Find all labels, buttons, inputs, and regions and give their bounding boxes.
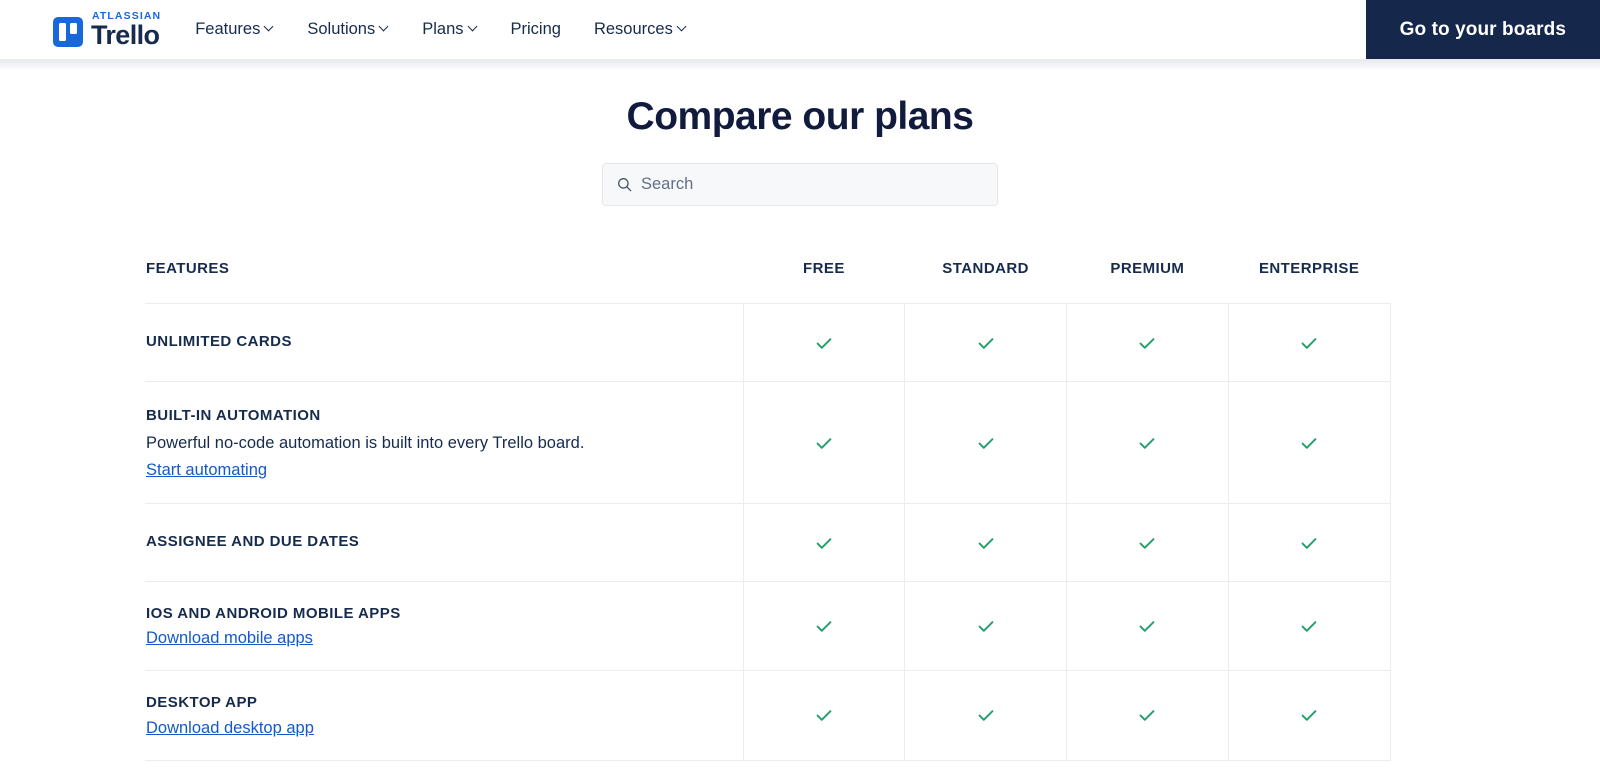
plan-cell-premium <box>1066 381 1229 504</box>
check-icon <box>1301 437 1317 449</box>
check-icon <box>816 437 832 449</box>
check-icon <box>1139 437 1155 449</box>
feature-name: ASSIGNEE AND DUE DATES <box>146 533 360 551</box>
plan-cell-standard <box>904 670 1067 761</box>
table-header: FEATURES FREE STANDARD PREMIUM ENTERPRIS… <box>145 260 1390 304</box>
nav-item-features[interactable]: Features <box>195 20 274 39</box>
feature-name: DESKTOP APP <box>146 694 258 712</box>
feature-name: UNLIMITED CARDS <box>146 333 292 351</box>
plan-comparison-table: FEATURES FREE STANDARD PREMIUM ENTERPRIS… <box>145 260 1391 761</box>
plan-cell-standard <box>904 581 1067 672</box>
feature-cell: BUILT-IN AUTOMATION Powerful no-code aut… <box>145 381 743 504</box>
plan-comparison-table-wrapper: FEATURES FREE STANDARD PREMIUM ENTERPRIS… <box>145 260 1391 761</box>
trello-wordmark: Trello <box>91 20 160 51</box>
plan-cell-premium <box>1066 303 1229 382</box>
check-icon <box>1139 621 1155 632</box>
table-row: IOS AND ANDROID MOBILE APPS Download mob… <box>145 581 1391 672</box>
table-row: BUILT-IN AUTOMATION Powerful no-code aut… <box>145 381 1391 504</box>
nav-item-plans-label: Plans <box>422 20 464 38</box>
check-icon <box>816 337 832 349</box>
check-icon <box>978 710 994 722</box>
column-header-enterprise: ENTERPRISE <box>1228 260 1390 304</box>
search-box[interactable] <box>602 163 998 206</box>
feature-link[interactable]: Download mobile apps <box>146 629 313 648</box>
nav-item-plans[interactable]: Plans <box>422 20 477 39</box>
table-row: DESKTOP APP Download desktop app <box>145 670 1391 761</box>
check-icon <box>1301 537 1317 549</box>
feature-cell: DESKTOP APP Download desktop app <box>145 670 743 761</box>
feature-cell: UNLIMITED CARDS <box>145 303 743 382</box>
plan-cell-free <box>742 670 905 761</box>
plan-cell-premium <box>1066 581 1229 672</box>
plan-cell-enterprise <box>1227 503 1391 582</box>
plan-cell-enterprise <box>1227 581 1391 672</box>
check-icon <box>1139 337 1155 349</box>
column-header-standard: STANDARD <box>904 260 1067 304</box>
plan-cell-free <box>742 303 905 382</box>
chevron-down-icon <box>469 23 478 32</box>
feature-link[interactable]: Download desktop app <box>146 719 314 738</box>
column-header-premium: PREMIUM <box>1066 260 1229 304</box>
plan-cell-enterprise <box>1227 381 1391 504</box>
go-to-your-boards-button[interactable]: Go to your boards <box>1365 0 1600 59</box>
check-icon <box>1139 710 1155 722</box>
nav-item-solutions-label: Solutions <box>307 20 376 38</box>
feature-link[interactable]: Start automating <box>146 461 267 480</box>
check-icon <box>978 437 994 449</box>
primary-nav-links: Features Solutions Plans Pricing Resourc… <box>195 20 687 39</box>
feature-name: BUILT-IN AUTOMATION <box>146 406 321 424</box>
column-header-features: FEATURES <box>145 260 743 304</box>
check-icon <box>816 710 832 722</box>
plan-cell-free <box>742 503 905 582</box>
nav-item-solutions[interactable]: Solutions <box>307 20 389 39</box>
plan-cell-standard <box>904 303 1067 382</box>
search-area <box>0 163 1600 206</box>
search-input[interactable] <box>641 175 983 194</box>
table-row: UNLIMITED CARDS <box>145 303 1391 382</box>
table-body: UNLIMITED CARDS BUILT-IN AUTOMATION Powe… <box>145 303 1391 761</box>
feature-name: IOS AND ANDROID MOBILE APPS <box>146 605 401 622</box>
feature-description: Powerful no-code automation is built int… <box>146 433 585 452</box>
chevron-down-icon <box>380 23 389 32</box>
table-header-row: FEATURES FREE STANDARD PREMIUM ENTERPRIS… <box>145 260 1390 304</box>
top-navigation-bar: ATLASSIAN Trello Features Solutions Plan… <box>0 0 1600 59</box>
check-icon <box>978 337 994 349</box>
main-content: Compare our plans FEATURES FREE STANDARD… <box>0 59 1600 761</box>
feature-cell: ASSIGNEE AND DUE DATES <box>145 503 743 582</box>
feature-cell: IOS AND ANDROID MOBILE APPS Download mob… <box>145 581 743 672</box>
plan-cell-premium <box>1066 670 1229 761</box>
check-icon <box>1139 537 1155 549</box>
nav-shadow-divider <box>0 59 1600 71</box>
check-icon <box>1301 710 1317 722</box>
check-icon <box>816 621 832 632</box>
chevron-down-icon <box>265 23 274 32</box>
trello-logo[interactable]: ATLASSIAN Trello <box>53 11 161 51</box>
plan-cell-enterprise <box>1227 303 1391 382</box>
check-icon <box>978 537 994 549</box>
search-icon <box>618 178 632 192</box>
nav-item-pricing[interactable]: Pricing <box>511 20 561 39</box>
plan-cell-standard <box>904 381 1067 504</box>
table-row: ASSIGNEE AND DUE DATES <box>145 503 1391 582</box>
plan-cell-free <box>742 381 905 504</box>
column-header-free: FREE <box>743 260 905 304</box>
chevron-down-icon <box>678 23 687 32</box>
check-icon <box>816 537 832 549</box>
plan-cell-premium <box>1066 503 1229 582</box>
nav-item-resources-label: Resources <box>593 20 673 38</box>
plan-cell-standard <box>904 503 1067 582</box>
check-icon <box>978 621 994 632</box>
nav-item-pricing-label: Pricing <box>510 20 561 38</box>
trello-logo-icon <box>53 17 83 48</box>
plan-cell-free <box>742 581 905 672</box>
check-icon <box>1301 337 1317 349</box>
nav-item-resources[interactable]: Resources <box>594 20 687 39</box>
check-icon <box>1301 621 1317 632</box>
plan-cell-enterprise <box>1227 670 1391 761</box>
nav-item-features-label: Features <box>195 20 261 38</box>
page-title: Compare our plans <box>626 95 974 138</box>
